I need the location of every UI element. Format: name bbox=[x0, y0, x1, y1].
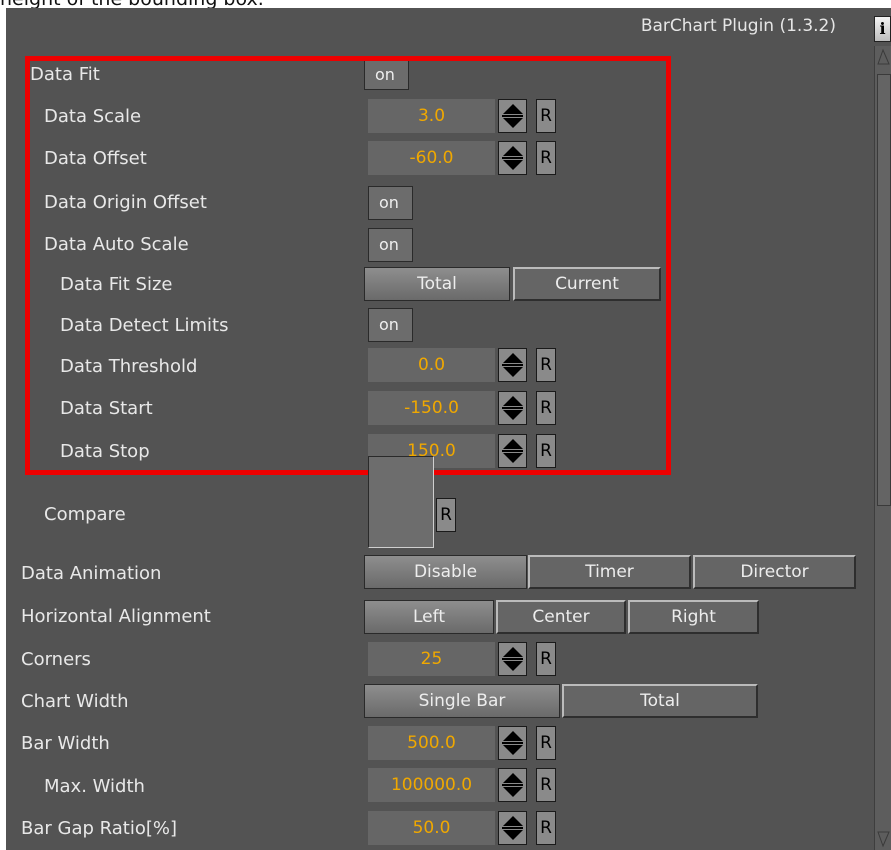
data-origin-offset-label: Data Origin Offset bbox=[44, 192, 207, 213]
bar-gap-ratio-label: Bar Gap Ratio[%] bbox=[21, 818, 177, 839]
alignment-left-button[interactable]: Left bbox=[364, 600, 494, 634]
data-detect-limits-label: Data Detect Limits bbox=[60, 315, 229, 336]
data-origin-offset-toggle[interactable]: on bbox=[368, 186, 413, 220]
chart-width-single-bar-button[interactable]: Single Bar bbox=[364, 684, 560, 718]
data-detect-limits-toggle[interactable]: on bbox=[368, 308, 413, 342]
data-threshold-field[interactable]: 0.0 bbox=[368, 348, 495, 382]
data-animation-timer-button[interactable]: Timer bbox=[528, 555, 691, 589]
data-threshold-label: Data Threshold bbox=[60, 356, 198, 377]
data-scale-spinner-icon[interactable] bbox=[498, 99, 527, 133]
bar-width-label: Bar Width bbox=[21, 733, 110, 754]
data-offset-reset-button[interactable]: R bbox=[536, 141, 556, 175]
max-width-reset-button[interactable]: R bbox=[536, 768, 556, 802]
plugin-panel: BarChart Plugin (1.3.2) i Data Fit on Da… bbox=[6, 8, 891, 850]
chart-width-total-button[interactable]: Total bbox=[562, 684, 758, 718]
compare-label: Compare bbox=[44, 504, 126, 525]
panel-title-bar: BarChart Plugin (1.3.2) bbox=[6, 8, 891, 42]
data-threshold-reset-button[interactable]: R bbox=[536, 348, 556, 382]
data-start-reset-button[interactable]: R bbox=[536, 391, 556, 425]
alignment-right-button[interactable]: Right bbox=[628, 600, 759, 634]
data-offset-spinner-icon[interactable] bbox=[498, 141, 527, 175]
horizontal-alignment-label: Horizontal Alignment bbox=[21, 606, 211, 627]
data-auto-scale-label: Data Auto Scale bbox=[44, 234, 189, 255]
data-animation-disable-button[interactable]: Disable bbox=[364, 555, 527, 589]
corners-label: Corners bbox=[21, 649, 91, 670]
vertical-scrollbar[interactable] bbox=[874, 46, 891, 850]
bar-width-field[interactable]: 500.0 bbox=[368, 726, 495, 760]
corners-reset-button[interactable]: R bbox=[536, 642, 556, 676]
plugin-title: BarChart Plugin (1.3.2) bbox=[640, 16, 836, 36]
info-button[interactable]: i bbox=[874, 16, 891, 42]
max-width-field[interactable]: 100000.0 bbox=[368, 768, 495, 802]
corners-field[interactable]: 25 bbox=[368, 642, 495, 676]
data-offset-label: Data Offset bbox=[44, 148, 147, 169]
bar-width-spinner-icon[interactable] bbox=[498, 726, 527, 760]
bar-gap-ratio-field[interactable]: 50.0 bbox=[368, 811, 495, 845]
scroll-up-icon[interactable] bbox=[875, 46, 891, 68]
corners-spinner-icon[interactable] bbox=[498, 642, 527, 676]
data-scale-label: Data Scale bbox=[44, 106, 142, 127]
bar-gap-ratio-reset-button[interactable]: R bbox=[536, 811, 556, 845]
max-width-spinner-icon[interactable] bbox=[498, 768, 527, 802]
scrollbar-thumb[interactable] bbox=[877, 74, 891, 506]
chart-width-label: Chart Width bbox=[21, 691, 129, 712]
data-stop-label: Data Stop bbox=[60, 441, 150, 462]
data-start-field[interactable]: -150.0 bbox=[368, 391, 495, 425]
compare-color-swatch[interactable] bbox=[368, 456, 434, 548]
data-scale-field[interactable]: 3.0 bbox=[368, 99, 495, 133]
data-stop-reset-button[interactable]: R bbox=[536, 434, 556, 468]
data-fit-size-current-button[interactable]: Current bbox=[513, 267, 661, 301]
bar-gap-ratio-spinner-icon[interactable] bbox=[498, 811, 527, 845]
alignment-center-button[interactable]: Center bbox=[496, 600, 626, 634]
data-threshold-spinner-icon[interactable] bbox=[498, 348, 527, 382]
data-fit-toggle[interactable]: on bbox=[364, 60, 409, 90]
scroll-down-icon[interactable] bbox=[875, 828, 891, 850]
data-stop-spinner-icon[interactable] bbox=[498, 434, 527, 468]
data-start-spinner-icon[interactable] bbox=[498, 391, 527, 425]
caption-text: height of the bounding box. bbox=[0, 0, 264, 9]
bar-width-reset-button[interactable]: R bbox=[536, 726, 556, 760]
max-width-label: Max. Width bbox=[44, 776, 145, 797]
data-start-label: Data Start bbox=[60, 398, 153, 419]
data-fit-label: Data Fit bbox=[30, 64, 100, 85]
compare-reset-button[interactable]: R bbox=[436, 498, 456, 532]
data-scale-reset-button[interactable]: R bbox=[536, 99, 556, 133]
data-fit-size-label: Data Fit Size bbox=[60, 274, 173, 295]
data-offset-field[interactable]: -60.0 bbox=[368, 141, 495, 175]
data-fit-size-total-button[interactable]: Total bbox=[364, 267, 510, 301]
data-animation-director-button[interactable]: Director bbox=[693, 555, 856, 589]
data-auto-scale-toggle[interactable]: on bbox=[368, 228, 413, 262]
data-animation-label: Data Animation bbox=[21, 563, 162, 584]
